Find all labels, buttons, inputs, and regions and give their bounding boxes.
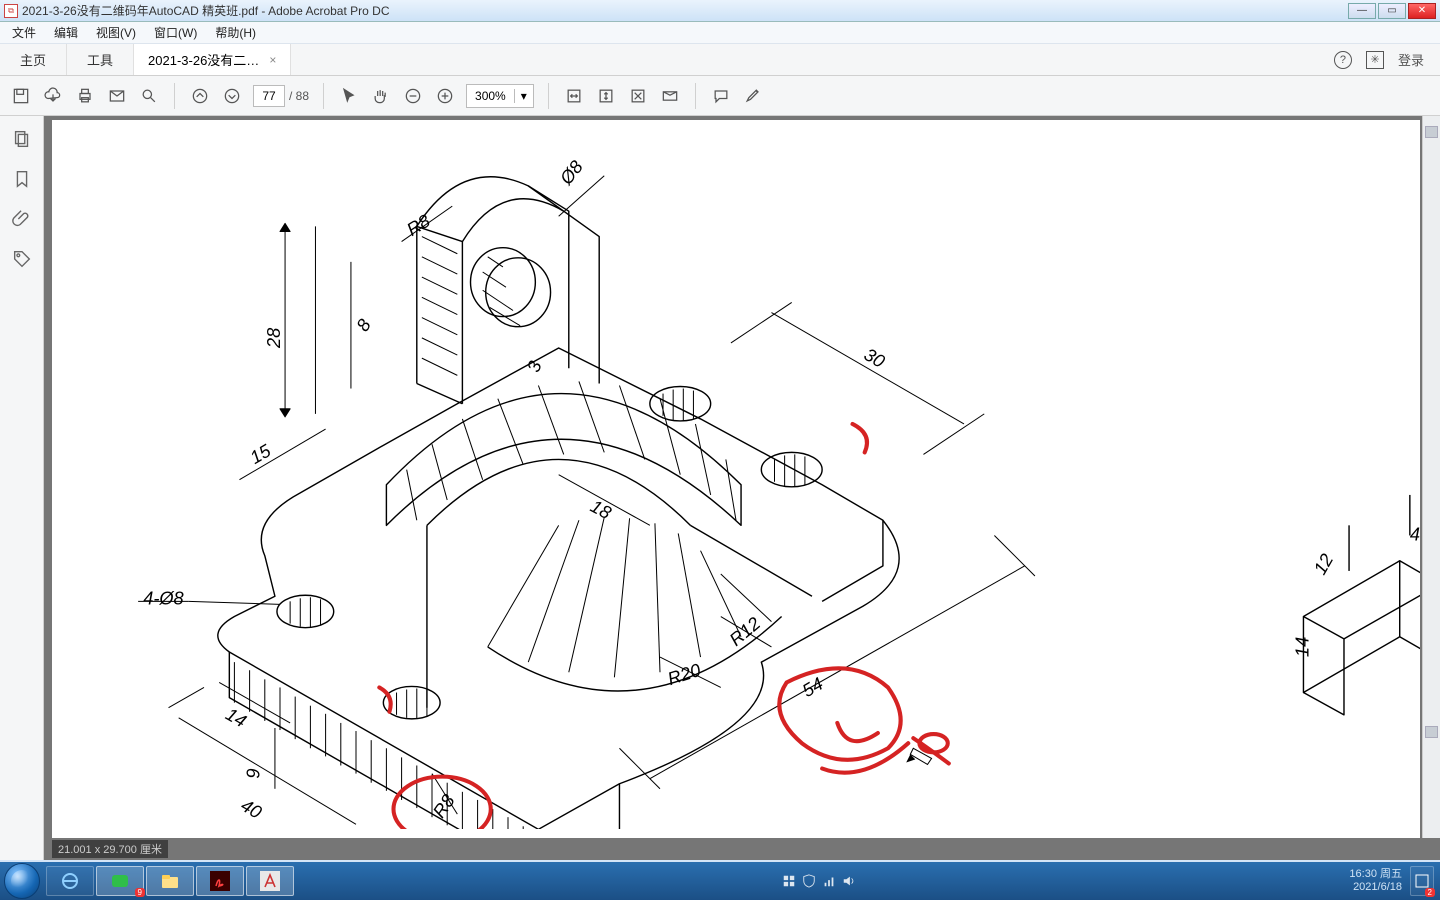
fullscreen-icon[interactable] (627, 85, 649, 107)
select-tool-icon[interactable] (338, 85, 360, 107)
task-ie[interactable] (46, 866, 94, 896)
document-viewport[interactable]: R8 Ø8 28 8 3 15 30 18 4-Ø8 R20 R12 54 14… (44, 116, 1440, 860)
zoom-out-icon[interactable] (402, 85, 424, 107)
tray-shield-icon[interactable] (802, 874, 816, 888)
dim-30: 30 (861, 343, 889, 371)
dim-3: 3 (522, 358, 545, 375)
fit-width-icon[interactable] (563, 85, 585, 107)
task-wechat[interactable]: 9 (96, 866, 144, 896)
start-button[interactable] (4, 863, 40, 899)
tab-close-icon[interactable]: × (269, 53, 276, 67)
comment-icon[interactable] (710, 85, 732, 107)
zoom-select[interactable]: 300% ▾ (466, 84, 534, 108)
help-icon[interactable]: ? (1334, 51, 1352, 69)
menu-file[interactable]: 文件 (6, 22, 42, 43)
tab-home[interactable]: 主页 (0, 44, 67, 75)
page-canvas: R8 Ø8 28 8 3 15 30 18 4-Ø8 R20 R12 54 14… (52, 120, 1420, 838)
fit-page-icon[interactable] (595, 85, 617, 107)
page-down-icon[interactable] (221, 85, 243, 107)
toolbar: / 88 300% ▾ (0, 76, 1440, 116)
dim-15: 15 (246, 439, 275, 468)
dim-8: 8 (352, 314, 376, 334)
tray-network-icon[interactable] (822, 874, 836, 888)
dim-9: 9 (243, 769, 264, 779)
maximize-button[interactable]: ▭ (1378, 3, 1406, 19)
menubar: 文件 编辑 视图(V) 窗口(W) 帮助(H) (0, 22, 1440, 44)
tag-icon[interactable] (11, 248, 33, 270)
save-icon[interactable] (10, 85, 32, 107)
page-number-input[interactable] (253, 85, 285, 107)
task-autocad[interactable] (246, 866, 294, 896)
tab-document-label: 2021-3-26没有二… (148, 50, 259, 69)
dim-r20: R20 (665, 659, 703, 689)
zoom-value: 300% (467, 89, 514, 103)
tabbar: 主页 工具 2021-3-26没有二… × ? ✳ 登录 (0, 44, 1440, 76)
attachment-icon[interactable] (11, 208, 33, 230)
dim-r8b: R8 (428, 790, 459, 822)
close-button[interactable]: ✕ (1408, 3, 1436, 19)
login-link[interactable]: 登录 (1398, 50, 1424, 69)
task-badge: 9 (135, 888, 145, 897)
system-tray[interactable] (782, 874, 856, 888)
dim-4phi8: 4-Ø8 (143, 587, 184, 608)
menu-view[interactable]: 视图(V) (90, 22, 142, 43)
tab-document[interactable]: 2021-3-26没有二… × (134, 44, 291, 75)
tray-volume-icon[interactable] (842, 874, 856, 888)
left-nav-rail (0, 116, 44, 860)
minimize-button[interactable]: — (1348, 3, 1376, 19)
task-acrobat[interactable] (196, 866, 244, 896)
tab-tools[interactable]: 工具 (67, 44, 134, 75)
dim-r8a: R8 (403, 209, 435, 240)
cloud-icon[interactable] (42, 85, 64, 107)
pdf-file-icon: ⧉ (4, 4, 18, 18)
dim-40: 40 (237, 794, 265, 822)
window-title: 2021-3-26没有二维码年AutoCAD 精英班.pdf - Adobe A… (22, 2, 389, 19)
read-mode-icon[interactable] (659, 85, 681, 107)
search-icon[interactable] (138, 85, 160, 107)
tray-action-center[interactable]: 2 (1410, 866, 1434, 896)
chevron-down-icon[interactable]: ▾ (514, 89, 533, 103)
dim-18: 18 (587, 495, 616, 523)
notification-icon[interactable]: ✳ (1366, 51, 1384, 69)
mail-icon[interactable] (106, 85, 128, 107)
hand-tool-icon[interactable] (370, 85, 392, 107)
bookmark-icon[interactable] (11, 168, 33, 190)
dim-side12: 12 (1309, 550, 1337, 578)
page-total: / 88 (289, 89, 309, 103)
menu-edit[interactable]: 编辑 (48, 22, 84, 43)
menu-help[interactable]: 帮助(H) (209, 22, 262, 43)
print-icon[interactable] (74, 85, 96, 107)
cad-drawing: R8 Ø8 28 8 3 15 30 18 4-Ø8 R20 R12 54 14… (52, 120, 1420, 829)
vertical-scrollbar[interactable] (1422, 116, 1440, 838)
page-dimensions-status: 21.001 x 29.700 厘米 (52, 840, 168, 858)
tray-flag-icon[interactable] (782, 874, 796, 888)
dim-side4: 4 (1410, 524, 1420, 545)
highlight-icon[interactable] (742, 85, 764, 107)
dim-28: 28 (263, 327, 284, 349)
dim-r12: R12 (725, 612, 764, 650)
tray-badge: 2 (1425, 888, 1435, 897)
titlebar: ⧉ 2021-3-26没有二维码年AutoCAD 精英班.pdf - Adobe… (0, 0, 1440, 22)
menu-window[interactable]: 窗口(W) (148, 22, 203, 43)
zoom-in-icon[interactable] (434, 85, 456, 107)
dim-phi8: Ø8 (555, 156, 588, 190)
task-explorer[interactable] (146, 866, 194, 896)
dim-side14: 14 (1292, 637, 1313, 657)
page-up-icon[interactable] (189, 85, 211, 107)
thumbnails-icon[interactable] (11, 128, 33, 150)
taskbar-clock[interactable]: 16:30 周五 2021/6/18 (1349, 868, 1410, 893)
taskbar: 9 16:30 周五 2021/6/18 2 (0, 862, 1440, 900)
